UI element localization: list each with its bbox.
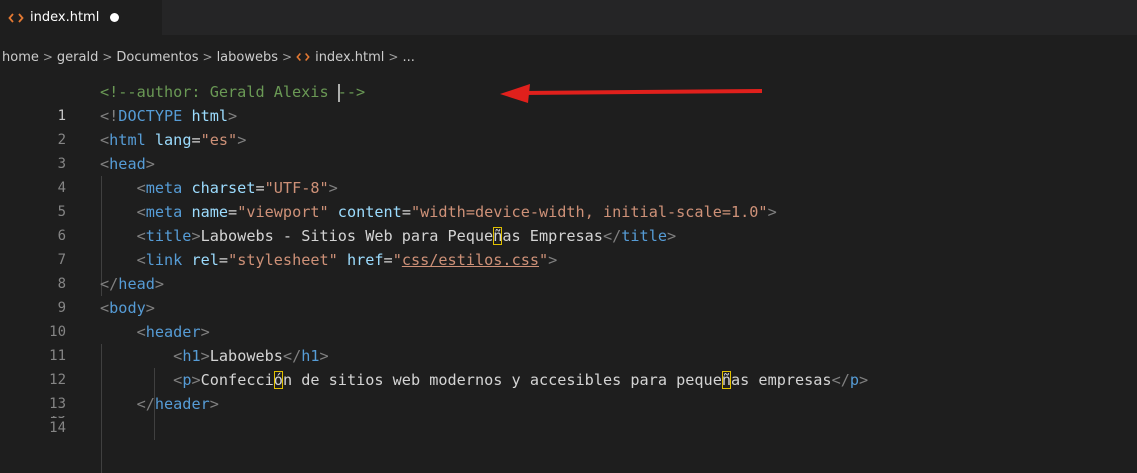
code-text: <head>: [100, 155, 155, 173]
breadcrumb-documentos[interactable]: Documentos: [116, 50, 198, 65]
breadcrumb-separator: >: [282, 50, 293, 64]
code-line[interactable]: 4 <head>: [0, 152, 1137, 196]
code-text: <!--author: Gerald Alexis -->: [100, 80, 365, 104]
code-line[interactable]: 5 <meta charset="UTF-8">: [0, 176, 1137, 220]
code-text: <html lang="es">: [100, 131, 247, 149]
breadcrumb-separator: >: [102, 50, 113, 64]
breadcrumb-labowebs[interactable]: labowebs: [217, 50, 278, 65]
line-number: 15: [0, 416, 66, 424]
code-line[interactable]: 10 <body>: [0, 296, 1137, 340]
code-line[interactable]: 1 <!--author: Gerald Alexis -->: [0, 80, 1137, 124]
code-line[interactable]: 15: [0, 416, 1137, 424]
breadcrumb-home[interactable]: home: [2, 50, 39, 65]
code-text: </head>: [100, 275, 165, 293]
breadcrumb-separator: >: [202, 50, 213, 64]
code-line[interactable]: 2 <!DOCTYPE html>: [0, 104, 1137, 148]
html-file-icon: [296, 52, 310, 62]
tab-bar: index.html: [0, 0, 1137, 35]
code-editor[interactable]: 1 <!--author: Gerald Alexis --> 2 <!DOCT…: [0, 80, 1137, 473]
code-text: <header>: [136, 323, 210, 341]
breadcrumb-separator: >: [42, 50, 53, 64]
breadcrumb-gerald[interactable]: gerald: [57, 50, 98, 65]
code-line[interactable]: 3 <html lang="es">: [0, 128, 1137, 172]
code-line[interactable]: 9 </head>: [0, 272, 1137, 316]
code-text: <!DOCTYPE html>: [100, 107, 238, 125]
red-arrow-annotation: [500, 84, 763, 103]
breadcrumb-index-html[interactable]: index.html: [296, 50, 384, 65]
tab-label: index.html: [30, 10, 100, 25]
code-text: <meta name="viewport" content="width=dev…: [136, 203, 777, 221]
code-line[interactable]: 12 <h1>Labowebs</h1>: [0, 344, 1137, 388]
code-text: <meta charset="UTF-8">: [136, 179, 338, 197]
tab-index-html[interactable]: index.html: [0, 0, 162, 35]
code-text: </header>: [136, 395, 219, 413]
code-line[interactable]: 6 <meta name="viewport" content="width=d…: [0, 200, 1137, 244]
comment-text: <!--author: Gerald Alexis: [100, 83, 338, 101]
code-text: <body>: [100, 299, 155, 317]
unsaved-dot-icon[interactable]: [110, 13, 120, 22]
code-line[interactable]: 7 <title>Labowebs - Sitios Web para Pequ…: [0, 224, 1137, 268]
breadcrumb-more[interactable]: ...: [402, 50, 414, 65]
code-text: <link rel="stylesheet" href="css/estilos…: [136, 251, 558, 269]
code-line[interactable]: 13 <p>Confección de sitios web modernos …: [0, 368, 1137, 412]
code-line[interactable]: 8 <link rel="stylesheet" href="css/estil…: [0, 248, 1137, 292]
code-text: <p>Confección de sitios web modernos y a…: [173, 371, 869, 389]
code-line[interactable]: 14 </header>: [0, 392, 1137, 436]
comment-end: -->: [337, 83, 366, 101]
code-text: <h1>Labowebs</h1>: [173, 347, 329, 365]
code-line[interactable]: 11 <header>: [0, 320, 1137, 364]
html-file-icon: [8, 12, 24, 23]
breadcrumb-file-label: index.html: [315, 49, 385, 65]
editor-window: index.html home > gerald > Documentos > …: [0, 0, 1137, 473]
breadcrumb: home > gerald > Documentos > labowebs > …: [0, 35, 1137, 79]
code-text: <title>Labowebs - Sitios Web para Pequeñ…: [136, 227, 677, 245]
breadcrumb-separator: >: [388, 50, 399, 64]
